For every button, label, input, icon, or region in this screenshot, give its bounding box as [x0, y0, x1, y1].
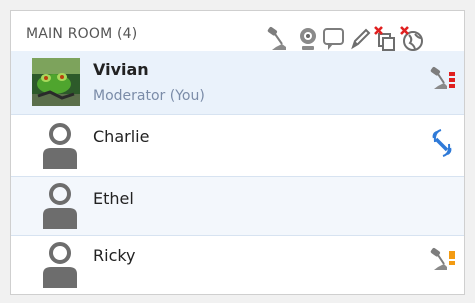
default-avatar-icon — [39, 242, 81, 290]
pencil-icon[interactable] — [348, 25, 372, 53]
default-avatar-icon — [39, 183, 81, 231]
room-panel: MAIN ROOM (4) Vivian Moderator (You) Cha… — [10, 10, 465, 295]
participant-name: Vivian — [93, 60, 149, 79]
webcam-icon[interactable] — [296, 25, 320, 53]
participant-role: Moderator (You) — [93, 88, 205, 104]
chat-icon[interactable] — [322, 25, 346, 53]
copy-icon[interactable] — [374, 25, 398, 53]
talking-icon[interactable] — [428, 129, 456, 157]
default-avatar-icon — [39, 123, 81, 171]
globe-icon[interactable] — [400, 25, 424, 53]
participant-row-charlie[interactable]: Charlie — [11, 115, 464, 176]
participant-name: Charlie — [93, 127, 150, 146]
participant-row-vivian[interactable]: Vivian Moderator (You) — [11, 51, 464, 114]
participant-row-ricky[interactable]: Ricky — [11, 236, 464, 294]
room-title: MAIN ROOM (4) — [26, 26, 138, 42]
room-header: MAIN ROOM (4) — [11, 11, 464, 51]
avatar — [32, 58, 80, 106]
muted-microphone-icon[interactable] — [429, 65, 457, 93]
participant-name: Ethel — [93, 189, 134, 208]
microphone-icon[interactable] — [266, 25, 290, 53]
participant-row-ethel[interactable]: Ethel — [11, 177, 464, 235]
microphone-warning-icon[interactable] — [429, 246, 457, 274]
participant-name: Ricky — [93, 246, 136, 265]
